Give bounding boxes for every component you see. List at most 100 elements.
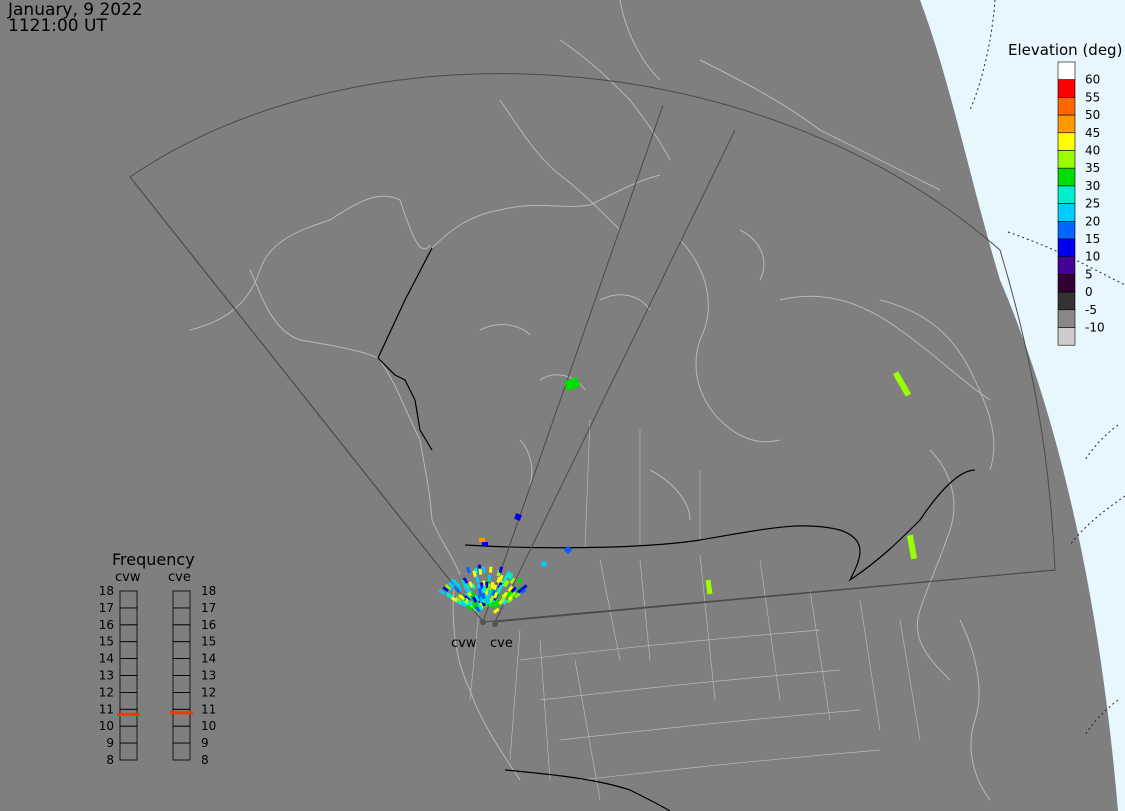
colorbar-swatch bbox=[1057, 274, 1076, 293]
freq-tick-right: 11 bbox=[201, 702, 216, 716]
radar-label-cvw: cvw bbox=[451, 636, 477, 651]
freq-marker-cve bbox=[170, 711, 193, 715]
freq-cell bbox=[172, 624, 191, 643]
fov-cvw-east bbox=[482, 104, 664, 623]
colorbar-tick-label: -10 bbox=[1085, 321, 1105, 335]
colorbar-tick-label: 60 bbox=[1085, 73, 1100, 87]
freq-tick-right: 12 bbox=[201, 685, 216, 699]
echo-cell bbox=[516, 577, 523, 585]
freq-col-label-cve: cve bbox=[168, 570, 191, 585]
colorbar-swatch bbox=[1057, 79, 1076, 98]
freq-tick-left: 14 bbox=[99, 652, 114, 666]
colorbar-tick-label: 10 bbox=[1085, 250, 1100, 264]
freq-tick-right: 15 bbox=[201, 635, 216, 649]
echo-cell bbox=[705, 579, 713, 595]
freq-tick-right: 8 bbox=[201, 753, 209, 767]
frequency-panel: 18 18 17 17 16 16 15 15 14 14 13 13 12 12 11 11 10 10 9 9 8 8 bbox=[99, 584, 217, 767]
fov-outer bbox=[129, 73, 1056, 623]
echo-cell bbox=[482, 585, 487, 592]
echo-cell bbox=[487, 574, 492, 582]
colorbar-swatch bbox=[1057, 185, 1076, 204]
echo-cell bbox=[498, 566, 504, 574]
freq-tick-left: 8 bbox=[106, 753, 114, 767]
freq-cell bbox=[119, 708, 138, 727]
colorbar-swatch bbox=[1057, 291, 1076, 311]
scatter-cells bbox=[438, 371, 918, 614]
freq-tick-right: 9 bbox=[201, 736, 209, 750]
freq-cell bbox=[119, 692, 138, 710]
freq-cell bbox=[119, 607, 138, 626]
freq-cell bbox=[119, 675, 138, 693]
echo-cell bbox=[488, 566, 493, 573]
freq-cell bbox=[172, 641, 191, 660]
freq-tick-left: 9 bbox=[106, 736, 114, 750]
colorbar-swatch bbox=[1057, 238, 1076, 258]
radar-site-cvw bbox=[480, 619, 486, 625]
echo-cell bbox=[438, 589, 446, 595]
colorbar-swatch bbox=[1057, 327, 1076, 346]
echo-cell bbox=[482, 566, 486, 573]
freq-tick-left: 12 bbox=[99, 685, 114, 699]
coastlines bbox=[189, 0, 995, 801]
freq-tick-left: 10 bbox=[99, 719, 114, 733]
colorbar-swatch bbox=[1057, 256, 1076, 275]
echo-cell bbox=[475, 576, 480, 583]
colorbar-swatch bbox=[1057, 114, 1076, 134]
freq-tick-left: 17 bbox=[99, 601, 114, 615]
freq-marker-cvw bbox=[117, 712, 140, 716]
freq-cell bbox=[172, 725, 191, 744]
fov-cve-west bbox=[494, 129, 736, 623]
freq-cell bbox=[119, 742, 138, 761]
colorbar-swatch bbox=[1057, 150, 1076, 169]
freq-cell bbox=[172, 607, 191, 626]
time-label: 1121:00 UT bbox=[8, 16, 107, 36]
colorbar-tick-label: 40 bbox=[1085, 144, 1100, 158]
freq-tick-right: 16 bbox=[201, 618, 216, 632]
freq-tick-left: 15 bbox=[99, 635, 114, 649]
map-canvas: cvw cve 605550454035302520151050-5-10 18… bbox=[99, 0, 1125, 811]
colorbar-tick-label: 50 bbox=[1085, 108, 1100, 122]
freq-tick-right: 10 bbox=[201, 719, 216, 733]
colorbar-tick-label: 55 bbox=[1085, 90, 1100, 104]
frequency-title: Frequency bbox=[112, 550, 195, 569]
freq-tick-left: 18 bbox=[99, 584, 114, 598]
colorbar-tick-label: 30 bbox=[1085, 179, 1100, 193]
freq-cell bbox=[172, 590, 191, 609]
freq-cell bbox=[119, 624, 138, 643]
colorbar-swatch bbox=[1057, 203, 1076, 222]
echo-cell bbox=[479, 538, 485, 542]
echo-cell bbox=[465, 566, 471, 574]
freq-cell bbox=[172, 742, 191, 761]
freq-cell bbox=[119, 590, 138, 609]
colorbar-swatch bbox=[1057, 167, 1076, 187]
freq-tick-right: 14 bbox=[201, 652, 216, 666]
freq-col-label-cvw: cvw bbox=[115, 570, 141, 585]
echo-cell bbox=[563, 376, 581, 392]
radar-label-cve: cve bbox=[490, 636, 513, 651]
colorbar-tick-label: 0 bbox=[1085, 285, 1093, 299]
colorbar-swatch bbox=[1057, 221, 1076, 240]
colorbar-tick-label: -5 bbox=[1085, 303, 1097, 317]
colorbar-tick-label: 20 bbox=[1085, 214, 1100, 228]
echo-cell bbox=[540, 560, 548, 568]
fields-of-view bbox=[129, 73, 1056, 623]
elevation-legend-title: Elevation (deg) bbox=[1008, 41, 1123, 59]
state-boundaries bbox=[469, 419, 921, 801]
radar-site-cve bbox=[492, 621, 498, 627]
freq-cell bbox=[119, 725, 138, 744]
freq-tick-right: 17 bbox=[201, 601, 216, 615]
freq-tick-right: 18 bbox=[201, 584, 216, 598]
colorbar-tick-label: 5 bbox=[1085, 267, 1093, 281]
international-border bbox=[377, 247, 976, 811]
freq-tick-right: 13 bbox=[201, 669, 216, 683]
colorbar-tick-label: 45 bbox=[1085, 126, 1100, 140]
freq-tick-left: 16 bbox=[99, 618, 114, 632]
freq-tick-left: 11 bbox=[99, 702, 114, 716]
colorbar-swatch bbox=[1057, 61, 1076, 81]
echo-cell bbox=[906, 534, 918, 560]
colorbar-tick-label: 35 bbox=[1085, 161, 1100, 175]
colorbar-tick-label: 15 bbox=[1085, 232, 1100, 246]
colorbar-swatch bbox=[1057, 132, 1076, 151]
freq-cell bbox=[119, 658, 138, 676]
freq-tick-left: 13 bbox=[99, 669, 114, 683]
